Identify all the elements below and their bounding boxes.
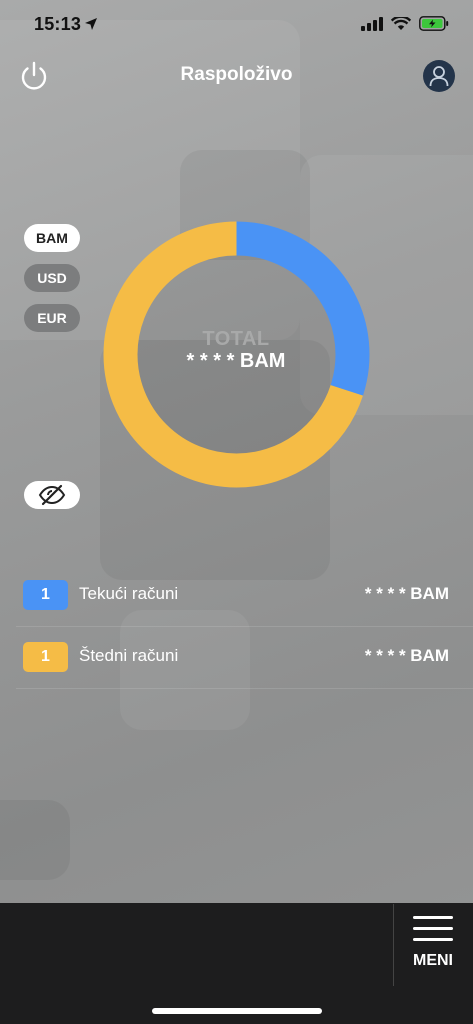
- menu-divider: [393, 904, 394, 986]
- app-screen: 15:13 Raspoloživo BAM USD EUR TOTAL * * …: [0, 0, 473, 1024]
- hide-balance-toggle[interactable]: [24, 481, 80, 509]
- eye-slash-icon: [38, 484, 66, 506]
- account-amount: * * * * BAM: [364, 646, 449, 665]
- account-count-badge: 1: [23, 642, 68, 672]
- account-row-tekuci[interactable]: 1 Tekući računi * * * * BAM: [0, 565, 473, 627]
- account-label: Štedni računi: [79, 646, 179, 665]
- menu-label: MENI: [413, 952, 453, 969]
- menu-button[interactable]: MENI: [400, 910, 466, 976]
- account-row-stedni[interactable]: 1 Štedni računi * * * * BAM: [0, 627, 473, 689]
- account-label: Tekući računi: [79, 584, 179, 603]
- home-indicator[interactable]: [152, 1008, 322, 1014]
- account-count-badge: 1: [23, 580, 68, 610]
- background-shape: [0, 800, 70, 880]
- hamburger-menu-icon: [413, 916, 453, 949]
- balance-donut-chart: [103, 221, 370, 488]
- row-divider: [16, 688, 473, 689]
- donut-total-label: TOTAL: [202, 328, 270, 350]
- donut-total-value: * * * * BAM: [186, 350, 286, 372]
- account-amount: * * * * BAM: [364, 584, 449, 603]
